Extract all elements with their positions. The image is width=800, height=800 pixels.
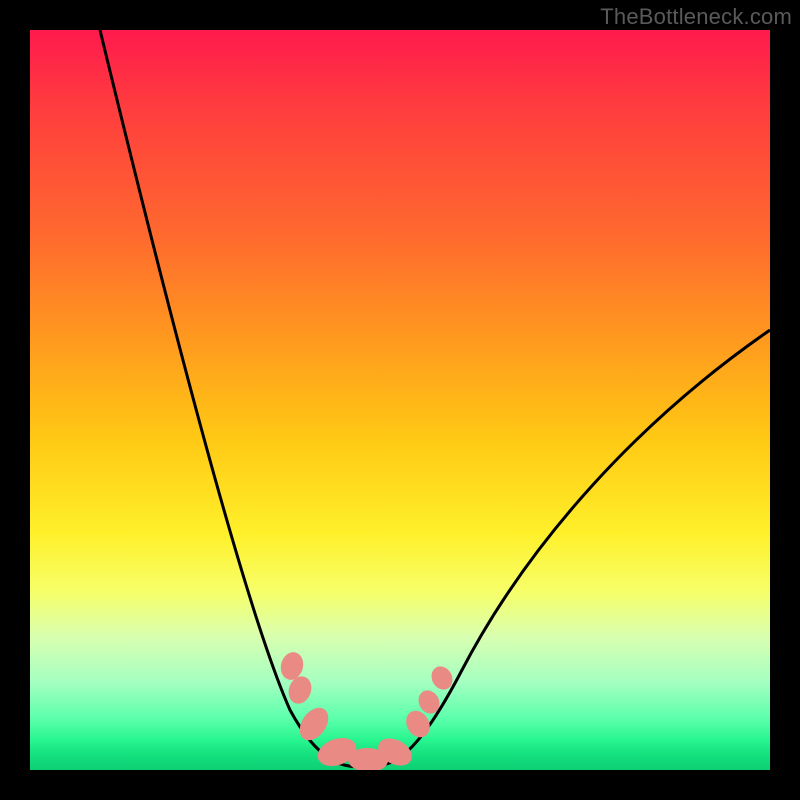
chart-svg [30, 30, 770, 770]
watermark-text: TheBottleneck.com [600, 4, 792, 30]
bottleneck-curve [100, 30, 770, 767]
plot-area [30, 30, 770, 770]
marker-group [278, 650, 457, 770]
chart-frame: TheBottleneck.com [0, 0, 800, 800]
